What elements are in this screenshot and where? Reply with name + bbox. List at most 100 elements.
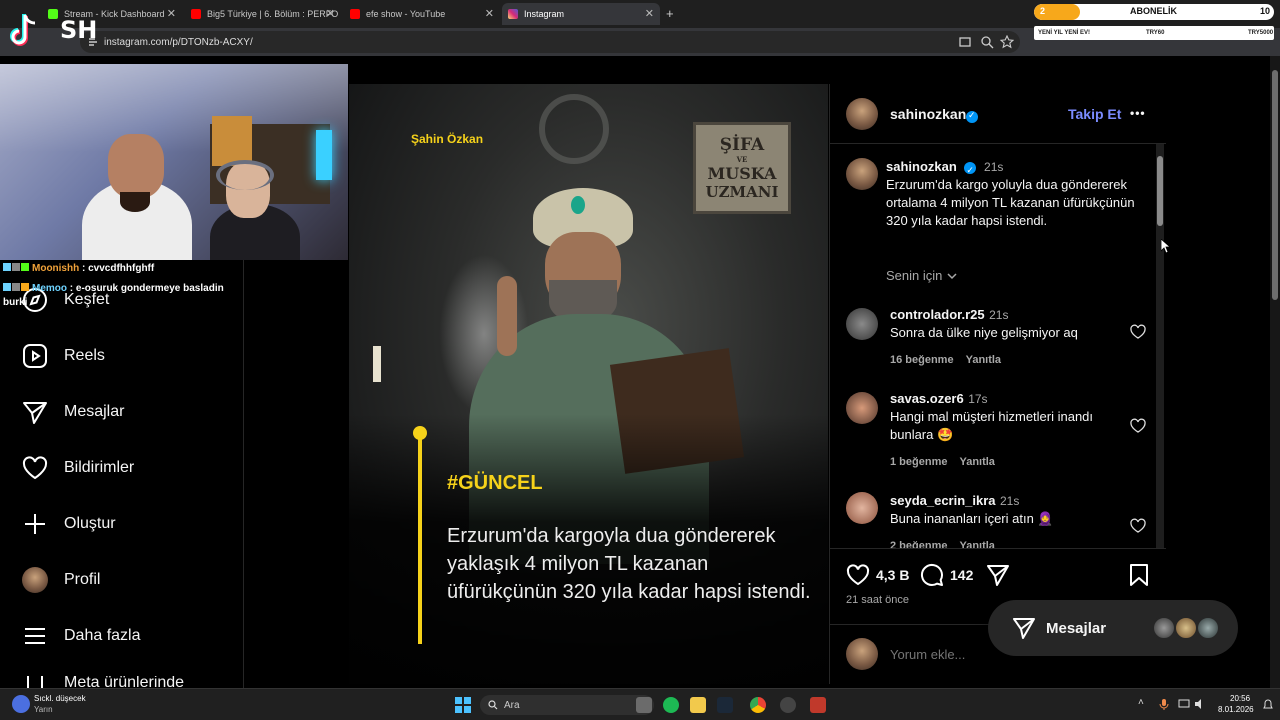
post-details-panel: sahinozkan Takip Et ••• sahinozkan 21s E… — [829, 84, 1166, 684]
scrollbar-thumb[interactable] — [1272, 70, 1278, 300]
reply-button[interactable]: Yanıtla — [959, 456, 994, 468]
tab-big5[interactable]: Big5 Türkiye | 6. Bölüm : PERFO ✕ — [185, 3, 341, 25]
image-hashtag: #GÜNCEL — [447, 472, 543, 494]
sidebar-item-reels[interactable]: Reels — [22, 342, 105, 370]
badge-icon — [12, 263, 20, 271]
sidebar-item-daha-fazla[interactable]: Daha fazla — [22, 622, 141, 650]
messages-floating-button[interactable]: Mesajlar — [988, 600, 1238, 656]
donation-goal-title: YENİ YIL YENİ EV! — [1038, 30, 1091, 36]
app-icon[interactable] — [810, 697, 826, 713]
like-comment-icon[interactable] — [1130, 324, 1146, 340]
comment-icon[interactable] — [920, 563, 944, 587]
sidebar-item-mesajlar[interactable]: Mesajlar — [22, 398, 124, 426]
url-bar[interactable]: instagram.com/p/DTONzb-ACXY/ — [80, 31, 1020, 53]
comment-likes[interactable]: 16 beğenme — [890, 354, 954, 366]
close-tab-icon[interactable]: ✕ — [485, 7, 494, 20]
notifications-icon[interactable] — [1262, 698, 1274, 710]
youtube-icon — [191, 9, 201, 19]
sidebar-item-profil[interactable]: Profil — [22, 566, 100, 594]
comment-likes[interactable]: 2 beğenme — [890, 540, 947, 548]
microphone-icon[interactable] — [1158, 698, 1170, 710]
obs-icon[interactable] — [780, 697, 796, 713]
reels-icon — [23, 344, 47, 368]
weather-icon[interactable] — [12, 695, 30, 713]
url-text: instagram.com/p/DTONzb-ACXY/ — [104, 36, 253, 48]
post-header: sahinozkan Takip Et ••• — [830, 84, 1166, 144]
clock-time[interactable]: 20:56 — [1230, 694, 1250, 703]
close-tab-icon[interactable]: ✕ — [167, 7, 176, 20]
bookmark-star-icon[interactable] — [1000, 35, 1014, 49]
plus-icon — [25, 514, 45, 534]
candle — [373, 346, 381, 382]
close-tab-icon[interactable]: ✕ — [326, 7, 335, 20]
like-icon[interactable] — [846, 563, 870, 587]
task-view-icon[interactable] — [636, 697, 652, 713]
author-username[interactable]: sahinozkan — [890, 106, 966, 122]
network-icon[interactable] — [1178, 698, 1190, 710]
commenter-avatar[interactable] — [846, 392, 878, 424]
sidebar-item-bildirimler[interactable]: Bildirimler — [22, 454, 134, 482]
sign-text: UZMANI — [705, 183, 779, 201]
chrome-icon[interactable] — [750, 697, 766, 713]
like-comment-icon[interactable] — [1130, 518, 1146, 534]
heart-icon — [22, 456, 48, 480]
tab-instagram[interactable]: Instagram ✕ — [502, 3, 660, 25]
install-app-icon[interactable] — [958, 35, 972, 49]
clock-date[interactable]: 8.01.2026 — [1218, 705, 1254, 714]
comment-likes[interactable]: 1 beğenme — [890, 456, 947, 468]
comment-username[interactable]: controlador.r25 — [890, 307, 985, 322]
search-placeholder: Ara — [504, 699, 520, 711]
follow-button[interactable]: Takip Et — [1068, 106, 1121, 122]
commenter-avatar[interactable] — [846, 492, 878, 524]
spotify-icon[interactable] — [663, 697, 679, 713]
instagram-sidebar: Keşfet Reels Mesajlar Bildirimler Oluştu… — [0, 260, 244, 690]
current-user-avatar — [846, 638, 878, 670]
reply-button[interactable]: Yanıtla — [966, 354, 1001, 366]
commenter-avatar[interactable] — [846, 308, 878, 340]
tab-label: Big5 Türkiye | 6. Bölüm : PERFO — [207, 9, 339, 19]
tab-efe-show[interactable]: efe show - YouTube ✕ — [344, 3, 500, 25]
badge-icon — [21, 283, 29, 291]
page-scrollbar[interactable] — [1270, 56, 1280, 688]
author-avatar[interactable] — [846, 158, 878, 190]
comment-username[interactable]: seyda_ecrin_ikra — [890, 493, 996, 508]
comment-sort-dropdown[interactable]: Senin için — [886, 268, 958, 283]
windows-start-icon[interactable] — [455, 697, 471, 713]
reply-button[interactable]: Yanıtla — [959, 540, 994, 548]
share-icon[interactable] — [986, 563, 1010, 587]
weather-title[interactable]: Sıckl. düşecek — [34, 694, 86, 703]
chat-username: Memoo — [32, 283, 67, 294]
volume-icon[interactable] — [1194, 698, 1206, 710]
comment-count[interactable]: 142 — [950, 567, 973, 583]
subscription-goal-bar: 2 ABONELİK 10 — [1034, 4, 1274, 20]
author-avatar[interactable] — [846, 98, 878, 130]
goal-target: 10 — [1260, 6, 1271, 16]
chevron-up-icon[interactable]: ˄ — [1138, 697, 1144, 708]
sidebar-item-label: Daha fazla — [64, 627, 141, 644]
post-image[interactable]: ŞİFA VE MUSKA UZMANI Şahin Özkan #GÜNCEL… — [349, 84, 828, 684]
sidebar-item-label: Reels — [64, 347, 105, 364]
sign-text: MUSKA — [707, 164, 777, 183]
zoom-icon[interactable] — [980, 35, 994, 49]
like-count[interactable]: 4,3 B — [876, 567, 909, 583]
save-icon[interactable] — [1128, 563, 1150, 587]
steam-icon[interactable] — [717, 697, 733, 713]
like-comment-icon[interactable] — [1130, 418, 1146, 434]
file-explorer-icon[interactable] — [690, 697, 706, 713]
donation-min: TRY60 — [1146, 30, 1165, 36]
caption-username[interactable]: sahinozkan — [886, 159, 957, 174]
donation-max: TRY5000 — [1248, 30, 1274, 36]
sidebar-item-olustur[interactable]: Oluştur — [22, 510, 116, 538]
windows-taskbar: Sıckl. düşecek Yarın Ara ˄ 20:56 8.01.20… — [0, 688, 1280, 720]
scrollbar-thumb[interactable] — [1157, 156, 1163, 226]
tab-label: efe show - YouTube — [366, 9, 446, 19]
turban-gem — [571, 196, 585, 214]
tab-label: Instagram — [524, 9, 565, 19]
taskbar-search[interactable]: Ara — [480, 695, 654, 715]
comments-scrollbar[interactable] — [1156, 144, 1164, 548]
more-options-icon[interactable]: ••• — [1130, 106, 1146, 120]
close-tab-icon[interactable]: ✕ — [645, 7, 654, 20]
new-tab-button[interactable]: + — [666, 6, 674, 21]
chat-message: Moonishh : cvvcdfhhfghff — [0, 262, 240, 276]
comment-username[interactable]: savas.ozer6 — [890, 391, 964, 406]
